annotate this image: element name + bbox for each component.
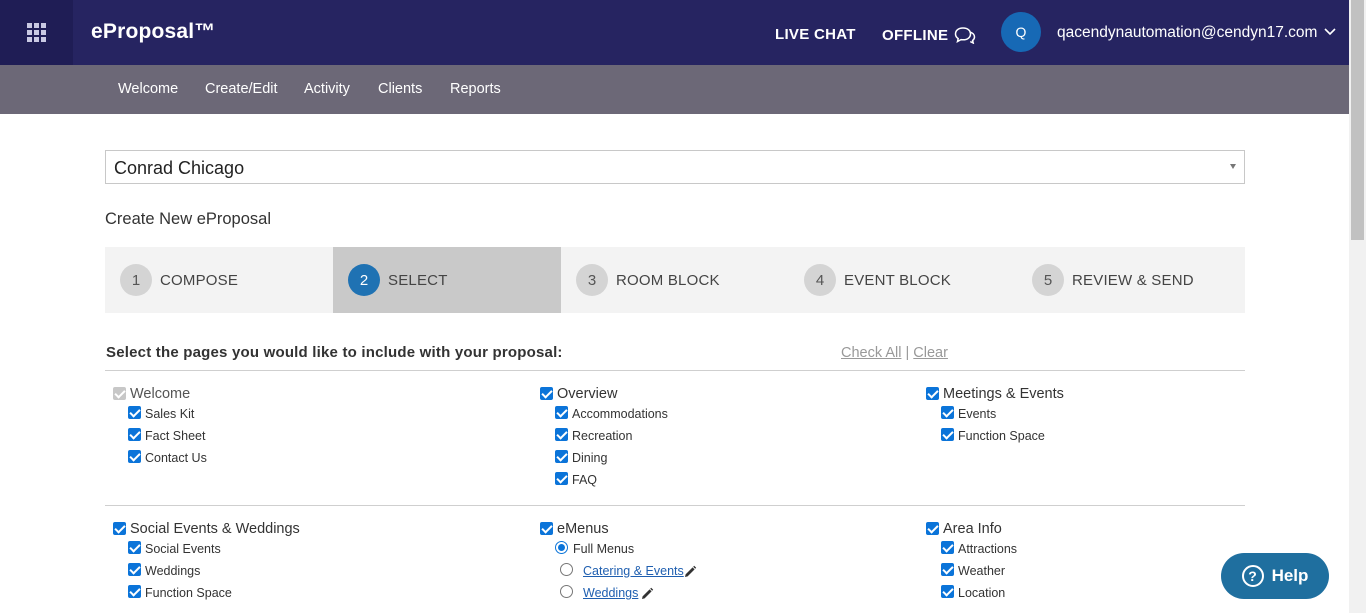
step-label: SELECT — [388, 272, 448, 289]
help-label: Help — [1271, 566, 1309, 585]
wizard-steps: 1 COMPOSE 2 SELECT 3 ROOM BLOCK 4 EVENT … — [105, 247, 1245, 313]
location-label: Location — [958, 586, 1006, 600]
app-grid-button[interactable] — [0, 0, 73, 65]
question-icon: ? — [1241, 565, 1264, 587]
check-links: Check All | Clear — [841, 345, 948, 361]
step-label: EVENT BLOCK — [844, 272, 951, 289]
sales-kit-checkbox[interactable] — [128, 406, 141, 419]
offline-status[interactable]: OFFLINE — [882, 26, 976, 44]
weddings-checkbox[interactable] — [128, 563, 141, 576]
events-label: Events — [958, 407, 997, 421]
step-label: REVIEW & SEND — [1072, 272, 1194, 289]
accommodations-label: Accommodations — [572, 407, 668, 421]
offline-label: OFFLINE — [882, 26, 949, 44]
divider — [105, 370, 1245, 371]
user-email[interactable]: qacendynautomation@cendyn17.com — [1057, 24, 1317, 42]
step-number: 4 — [804, 264, 836, 296]
hotel-select-value: Conrad Chicago — [114, 158, 245, 178]
live-chat-link[interactable]: LIVE CHAT — [775, 26, 856, 43]
overview-label: Overview — [557, 386, 618, 402]
divider — [105, 505, 1245, 506]
sales-kit-label: Sales Kit — [145, 407, 195, 421]
accommodations-checkbox[interactable] — [555, 406, 568, 419]
page-title: Create New eProposal — [105, 210, 271, 228]
app-grid-icon — [27, 23, 46, 42]
user-avatar[interactable]: Q — [1001, 12, 1041, 52]
attractions-checkbox[interactable] — [941, 541, 954, 554]
nav-activity[interactable]: Activity — [304, 81, 350, 97]
catering-events-radio[interactable] — [560, 563, 573, 576]
dining-checkbox[interactable] — [555, 450, 568, 463]
social-weddings-label: Social Events & Weddings — [130, 521, 300, 537]
nav-welcome[interactable]: Welcome — [118, 81, 178, 97]
clear-link[interactable]: Clear — [913, 345, 948, 361]
dropdown-arrow-icon — [1230, 164, 1236, 169]
step-number: 3 — [576, 264, 608, 296]
scrollbar-thumb[interactable] — [1351, 0, 1364, 240]
fact-sheet-label: Fact Sheet — [145, 429, 206, 443]
catering-events-link[interactable]: Catering & Events — [583, 564, 684, 578]
faq-label: FAQ — [572, 473, 598, 487]
social-events-checkbox[interactable] — [128, 541, 141, 554]
nav-clients[interactable]: Clients — [378, 81, 422, 97]
page-scrollbar[interactable] — [1349, 0, 1366, 613]
chevron-down-icon[interactable] — [1323, 27, 1337, 37]
step-number: 5 — [1032, 264, 1064, 296]
step-label: ROOM BLOCK — [616, 272, 720, 289]
dining-label: Dining — [572, 451, 608, 465]
main-nav: Welcome Create/Edit Activity Clients Rep… — [0, 65, 1349, 114]
contact-us-label: Contact Us — [145, 451, 207, 465]
location-checkbox[interactable] — [941, 585, 954, 598]
step-event-block[interactable]: 4 EVENT BLOCK — [789, 247, 1017, 313]
full-menus-label: Full Menus — [573, 542, 635, 556]
function-space-checkbox[interactable] — [941, 428, 954, 441]
step-select[interactable]: 2 SELECT — [333, 247, 561, 313]
brand-logo: eProposal™ — [91, 20, 216, 43]
full-menus-radio[interactable] — [555, 541, 568, 554]
step-number: 1 — [120, 264, 152, 296]
weddings-menu-link[interactable]: Weddings — [583, 586, 638, 600]
welcome-checkbox — [113, 387, 126, 400]
events-checkbox[interactable] — [941, 406, 954, 419]
step-review-send[interactable]: 5 REVIEW & SEND — [1017, 247, 1245, 313]
nav-create-edit[interactable]: Create/Edit — [205, 81, 278, 97]
weddings-label: Weddings — [145, 564, 201, 578]
social-function-space-checkbox[interactable] — [128, 585, 141, 598]
emenus-checkbox[interactable] — [540, 522, 553, 535]
recreation-label: Recreation — [572, 429, 633, 443]
function-space-label: Function Space — [958, 429, 1045, 443]
attractions-label: Attractions — [958, 542, 1018, 556]
pages-section-title: Select the pages you would like to inclu… — [106, 344, 563, 361]
chat-bubble-icon — [955, 27, 976, 44]
top-header: eProposal™ LIVE CHAT OFFLINE Q qacendyna… — [0, 0, 1349, 65]
weddings-menu-radio[interactable] — [560, 585, 573, 598]
pencil-icon[interactable] — [640, 587, 654, 601]
step-label: COMPOSE — [160, 272, 239, 289]
social-weddings-checkbox[interactable] — [113, 522, 126, 535]
step-compose[interactable]: 1 COMPOSE — [105, 247, 333, 313]
overview-checkbox[interactable] — [540, 387, 553, 400]
social-events-label: Social Events — [145, 542, 221, 556]
hotel-select[interactable]: Conrad Chicago — [105, 150, 1245, 184]
faq-checkbox[interactable] — [555, 472, 568, 485]
pencil-icon[interactable] — [683, 565, 697, 579]
welcome-label: Welcome — [130, 386, 191, 402]
weather-label: Weather — [958, 564, 1006, 578]
emenus-label: eMenus — [557, 521, 609, 537]
area-info-checkbox[interactable] — [926, 522, 939, 535]
step-number: 2 — [348, 264, 380, 296]
link-separator: | — [905, 345, 910, 361]
meetings-events-checkbox[interactable] — [926, 387, 939, 400]
meetings-events-label: Meetings & Events — [943, 386, 1064, 402]
social-function-space-label: Function Space — [145, 586, 232, 600]
contact-us-checkbox[interactable] — [128, 450, 141, 463]
nav-reports[interactable]: Reports — [450, 81, 501, 97]
area-info-label: Area Info — [943, 521, 1002, 537]
help-button[interactable]: ? Help — [1221, 553, 1329, 599]
fact-sheet-checkbox[interactable] — [128, 428, 141, 441]
check-all-link[interactable]: Check All — [841, 345, 901, 361]
recreation-checkbox[interactable] — [555, 428, 568, 441]
step-room-block[interactable]: 3 ROOM BLOCK — [561, 247, 789, 313]
weather-checkbox[interactable] — [941, 563, 954, 576]
